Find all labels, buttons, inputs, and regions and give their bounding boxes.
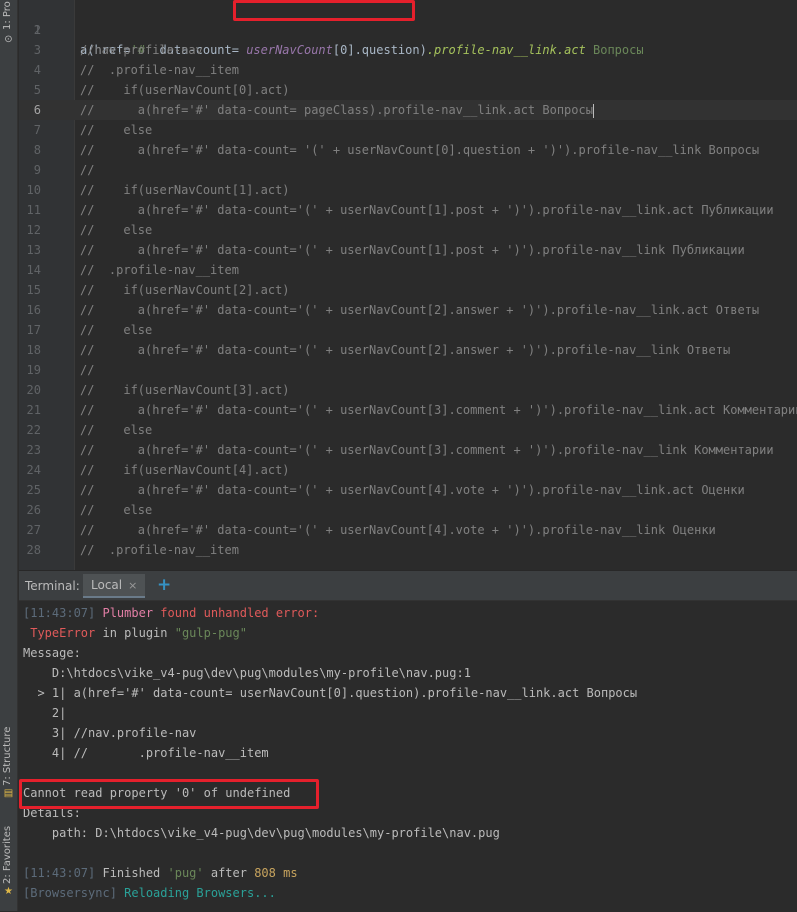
log-line: 2| [23,706,67,720]
code-line-5[interactable]: 5// if(userNavCount[0].act) [19,80,797,100]
log-line: [11:43:07] Finished 'pug' after 808 ms [23,866,298,880]
terminal-panel[interactable]: Terminal: Local × + [11:43:07] Plumber f… [19,570,797,912]
terminal-header: Terminal: Local × + [19,571,797,601]
code-line-3[interactable]: 3//nav.profile-nav [19,40,797,60]
favorites-tab-label: 2: Favorites [2,825,13,884]
structure-tool-tab[interactable]: 7: Structure ▤ [0,726,18,799]
star-icon: ★ [4,886,13,897]
code-line-2[interactable]: 2 [19,20,797,40]
code-line-7[interactable]: 7// else [19,120,797,140]
terminal-tab-label: Local [91,578,123,592]
error-highlight-box [19,779,319,809]
log-line: Message: [23,646,81,660]
code-line-18[interactable]: 18// a(href='#' data-count='(' + userNav… [19,340,797,360]
log-line: [Browsersync] Reloading Browsers... [23,886,276,900]
code-line-20[interactable]: 20// if(userNavCount[3].act) [19,380,797,400]
code-line-21[interactable]: 21// a(href='#' data-count='(' + userNav… [19,400,797,420]
code-line-13[interactable]: 13// a(href='#' data-count='(' + userNav… [19,240,797,260]
code-line-23[interactable]: 23// a(href='#' data-count='(' + userNav… [19,440,797,460]
tool-window-strip: ⊙ 1: Pro 7: Structure ▤ 2: Favorites ★ [0,0,18,911]
log-line: > 1| a(href='#' data-count= userNavCount… [23,686,638,700]
close-icon[interactable]: × [128,579,137,592]
code-line-25[interactable]: 25// a(href='#' data-count='(' + userNav… [19,480,797,500]
project-icon: ⊙ [4,34,13,45]
new-session-plus-icon[interactable]: + [157,575,171,595]
code-line-26[interactable]: 26// else [19,500,797,520]
text-caret [592,103,594,118]
code-line-19[interactable]: 19// [19,360,797,380]
log-line: TypeError in plugin "gulp-pug" [23,626,247,640]
code-line-9[interactable]: 9// [19,160,797,180]
structure-icon: ▤ [3,788,14,799]
structure-tab-label: 7: Structure [2,726,13,786]
project-tab-label: 1: Pro [2,1,13,30]
code-line-12[interactable]: 12// else [19,220,797,240]
code-line-27[interactable]: 27// a(href='#' data-count='(' + userNav… [19,520,797,540]
code-line-4[interactable]: 4// .profile-nav__item [19,60,797,80]
code-line-6-current[interactable]: 6// a(href='#' data-count= pageClass).pr… [19,100,797,120]
log-line: 3| //nav.profile-nav [23,726,197,740]
code-line-8[interactable]: 8// a(href='#' data-count= '(' + userNav… [19,140,797,160]
code-line-22[interactable]: 22// else [19,420,797,440]
code-line-16[interactable]: 16// a(href='#' data-count='(' + userNav… [19,300,797,320]
log-line: path: D:\htdocs\vike_v4-pug\dev\pug\modu… [23,826,500,840]
code-line-10[interactable]: 10// if(userNavCount[1].act) [19,180,797,200]
error-highlight-box [233,0,415,21]
project-tool-tab[interactable]: ⊙ 1: Pro [0,0,18,46]
terminal-title: Terminal: [25,579,80,593]
code-line-11[interactable]: 11// a(href='#' data-count='(' + userNav… [19,200,797,220]
code-line-14[interactable]: 14// .profile-nav__item [19,260,797,280]
code-line-17[interactable]: 17// else [19,320,797,340]
code-line-24[interactable]: 24// if(userNavCount[4].act) [19,460,797,480]
log-line: D:\htdocs\vike_v4-pug\dev\pug\modules\my… [23,666,471,680]
log-line: [11:43:07] Plumber found unhandled error… [23,606,320,620]
terminal-tab-local[interactable]: Local × [83,574,146,598]
favorites-tool-tab[interactable]: 2: Favorites ★ [0,820,18,900]
log-line: 4| // .profile-nav__item [23,746,269,760]
code-line-28[interactable]: 28// .profile-nav__item [19,540,797,560]
code-editor[interactable]: 1 a(href='#' data-count= userNavCount[0]… [19,0,797,570]
code-line-15[interactable]: 15// if(userNavCount[2].act) [19,280,797,300]
